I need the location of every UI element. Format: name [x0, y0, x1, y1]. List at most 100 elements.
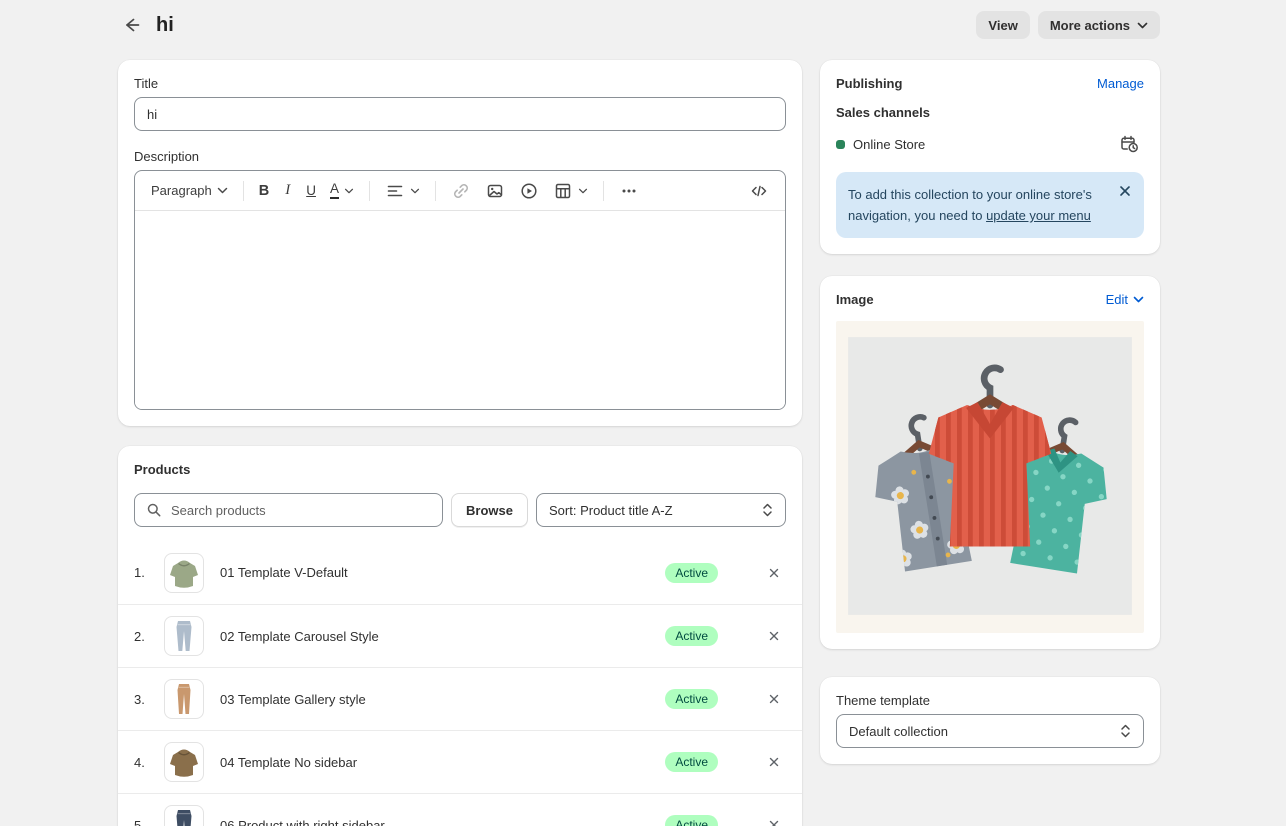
insert-video-button[interactable] — [513, 177, 545, 205]
toolbar-separator — [243, 181, 244, 201]
manage-link[interactable]: Manage — [1097, 76, 1144, 91]
publishing-card: Publishing Manage Sales channels Online … — [820, 60, 1160, 254]
link-button[interactable] — [445, 177, 477, 205]
code-icon — [749, 181, 769, 201]
chevron-down-icon — [410, 188, 420, 194]
banner-dismiss-button[interactable] — [1115, 181, 1135, 201]
remove-product-button[interactable] — [764, 563, 784, 583]
shirts-illustration — [836, 321, 1144, 633]
browse-button[interactable]: Browse — [451, 493, 528, 527]
show-html-button[interactable] — [743, 177, 775, 205]
navigation-info-banner: To add this collection to your online st… — [836, 172, 1144, 238]
remove-product-button[interactable] — [764, 626, 784, 646]
text-color-button[interactable]: A — [324, 178, 360, 203]
sales-channels-heading: Sales channels — [836, 105, 1144, 120]
product-row: 3. 03 Template Gallery style Active — [118, 667, 802, 730]
channel-name: Online Store — [853, 137, 1115, 152]
product-list: 1. 01 Template V-Default Active — [118, 541, 802, 826]
chevron-down-icon — [1137, 22, 1148, 29]
edit-image-button[interactable]: Edit — [1106, 292, 1144, 307]
description-label: Description — [134, 149, 786, 164]
close-icon — [768, 630, 780, 642]
search-products-input[interactable] — [169, 502, 431, 519]
collection-image[interactable] — [836, 321, 1144, 633]
product-thumbnail-jeans — [164, 805, 204, 826]
chevron-down-icon — [344, 188, 354, 194]
products-card: Products Browse Sort: Product title A-Z — [118, 446, 802, 826]
italic-button[interactable]: I — [277, 178, 298, 203]
image-icon — [485, 181, 505, 201]
publishing-heading: Publishing — [836, 76, 902, 91]
link-icon — [451, 181, 471, 201]
product-row: 2. 02 Template Carousel Style Active — [118, 604, 802, 667]
text-style-dropdown[interactable]: Paragraph — [145, 179, 234, 202]
remove-product-button[interactable] — [764, 815, 784, 826]
close-icon — [768, 567, 780, 579]
bold-button[interactable]: B — [253, 179, 275, 203]
product-row: 4. 04 Template No sidebar Active — [118, 730, 802, 793]
more-formatting-button[interactable] — [613, 177, 645, 205]
remove-product-button[interactable] — [764, 752, 784, 772]
status-badge: Active — [665, 563, 718, 583]
status-badge: Active — [665, 815, 718, 826]
search-icon — [146, 502, 162, 518]
product-search-field — [134, 493, 443, 527]
back-button[interactable] — [118, 11, 146, 39]
status-badge: Active — [665, 752, 718, 772]
ellipsis-icon — [619, 181, 639, 201]
text-alignment-button[interactable] — [379, 177, 426, 205]
arrow-left-icon — [122, 15, 142, 35]
product-name-link[interactable]: 04 Template No sidebar — [220, 755, 665, 770]
product-row: 1. 01 Template V-Default Active — [118, 541, 802, 604]
insert-image-button[interactable] — [479, 177, 511, 205]
view-button[interactable]: View — [976, 11, 1029, 39]
product-row: 5. 06 Product with right sidebar Active — [118, 793, 802, 826]
chevron-down-icon — [217, 187, 228, 194]
row-index: 4. — [134, 755, 164, 770]
underline-button[interactable]: U — [300, 179, 322, 202]
row-index: 2. — [134, 629, 164, 644]
details-card: Title Description Paragraph B I U — [118, 60, 802, 426]
description-editor-body[interactable] — [135, 211, 785, 409]
updown-arrows-icon — [1120, 723, 1131, 739]
product-name-link[interactable]: 06 Product with right sidebar — [220, 818, 665, 826]
row-index: 5. — [134, 818, 164, 826]
image-heading: Image — [836, 292, 874, 307]
product-name-link[interactable]: 02 Template Carousel Style — [220, 629, 665, 644]
title-label: Title — [134, 76, 786, 91]
close-icon — [768, 819, 780, 826]
product-name-link[interactable]: 01 Template V-Default — [220, 565, 665, 580]
channel-status-dot — [836, 140, 845, 149]
remove-product-button[interactable] — [764, 689, 784, 709]
schedule-availability-button[interactable] — [1115, 130, 1144, 158]
page-header: hi View More actions — [0, 0, 1286, 42]
more-actions-button[interactable]: More actions — [1038, 11, 1160, 39]
calendar-clock-icon — [1119, 134, 1140, 154]
sort-select[interactable]: Sort: Product title A-Z — [536, 493, 786, 527]
table-icon — [553, 181, 573, 201]
video-play-icon — [519, 181, 539, 201]
title-input[interactable] — [134, 97, 786, 131]
row-index: 3. — [134, 692, 164, 707]
update-your-menu-link[interactable]: update your menu — [986, 208, 1091, 223]
align-left-icon — [385, 181, 405, 201]
toolbar-separator — [435, 181, 436, 201]
chevron-down-icon — [578, 188, 588, 194]
collection-edit-page: hi View More actions Title Description — [0, 0, 1286, 826]
theme-template-select[interactable]: Default collection — [836, 714, 1144, 748]
description-editor: Paragraph B I U A — [134, 170, 786, 410]
close-icon — [1118, 184, 1132, 198]
theme-template-label: Theme template — [836, 693, 1144, 708]
status-badge: Active — [665, 689, 718, 709]
toolbar-separator — [603, 181, 604, 201]
product-name-link[interactable]: 03 Template Gallery style — [220, 692, 665, 707]
updown-arrows-icon — [762, 502, 773, 518]
chevron-down-icon — [1133, 296, 1144, 303]
rte-toolbar: Paragraph B I U A — [135, 171, 785, 211]
product-thumbnail-hoodie — [164, 553, 204, 593]
page-title: hi — [156, 14, 174, 37]
product-thumbnail-jeans — [164, 616, 204, 656]
image-card: Image Edit — [820, 276, 1160, 649]
product-thumbnail-pants — [164, 679, 204, 719]
insert-table-button[interactable] — [547, 177, 594, 205]
